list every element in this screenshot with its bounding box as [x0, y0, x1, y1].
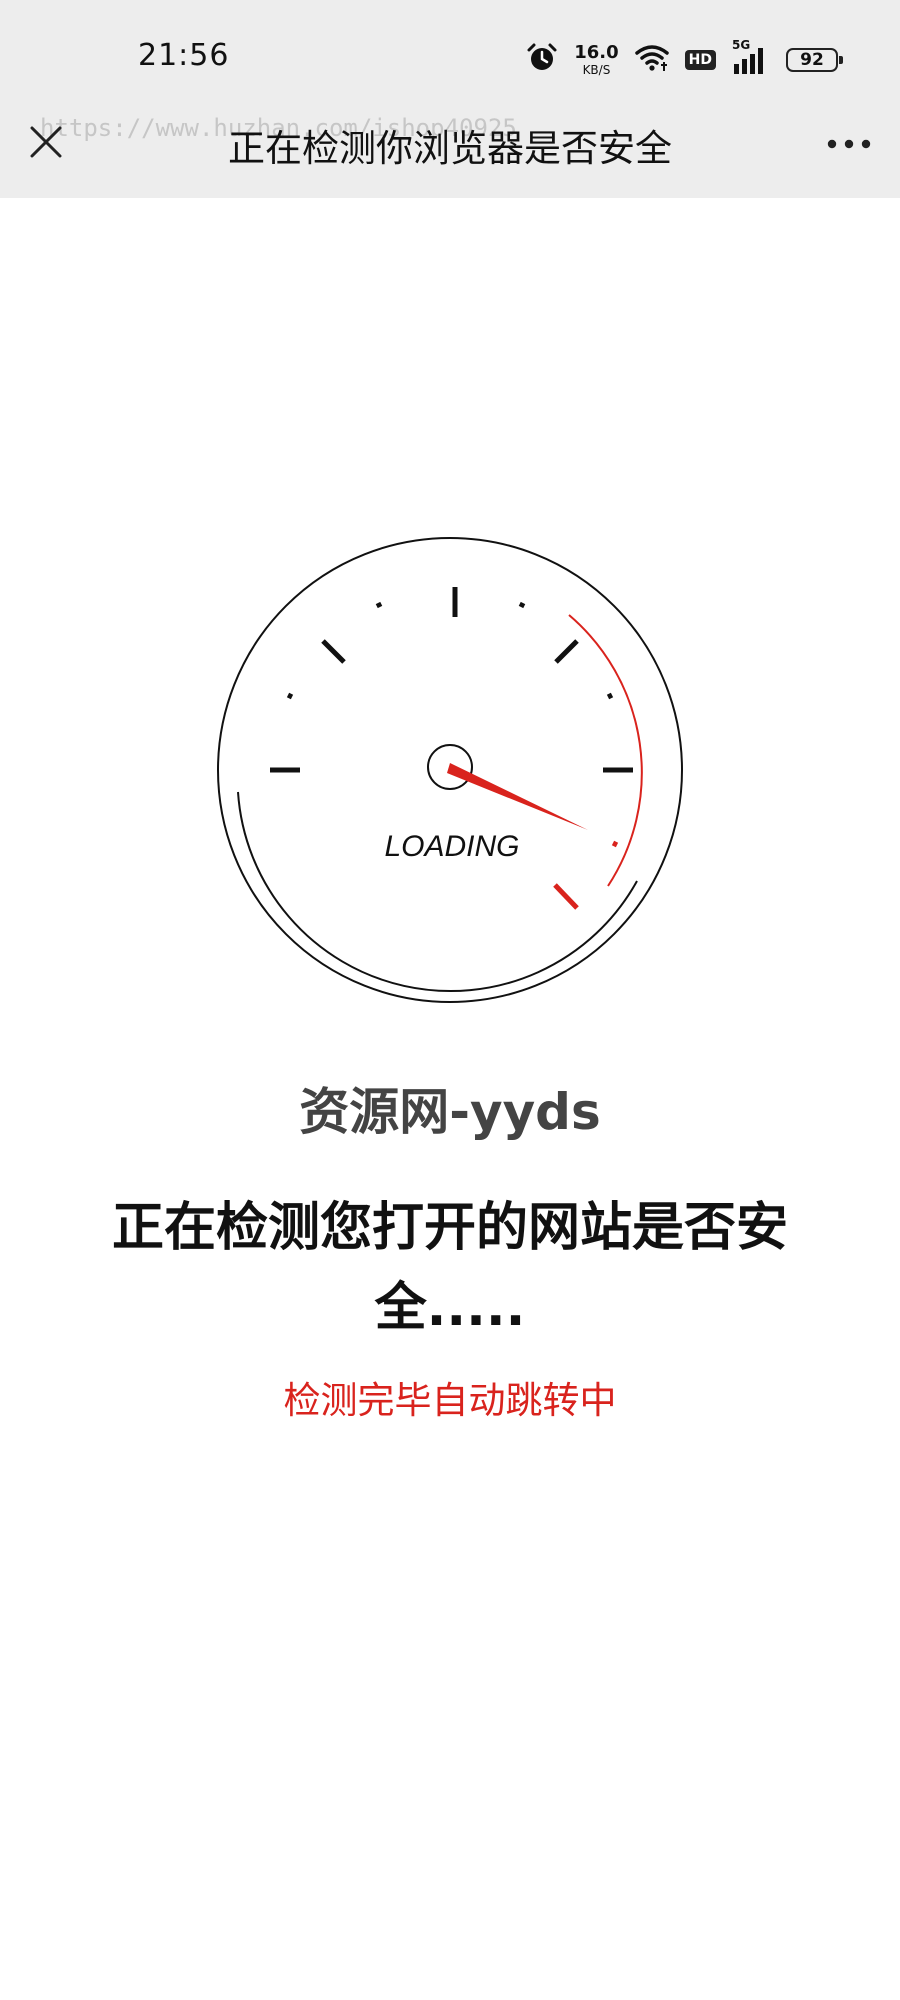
battery-icon: 92	[786, 48, 843, 72]
network-speed-unit: KB/S	[582, 63, 611, 77]
gauge-tick-red	[611, 840, 619, 848]
checking-message: 正在检测您打开的网站是否安全.....	[111, 1198, 788, 1338]
gauge-loading-label: LOADING	[384, 830, 519, 863]
page-title: 正在检测你浏览器是否安全	[228, 127, 672, 170]
battery-level: 92	[800, 50, 824, 70]
hd-badge: HD	[684, 50, 716, 70]
speedometer-gauge: LOADING	[217, 537, 683, 1003]
gauge-tick	[321, 639, 346, 664]
top-bar: 21:56 16.0 KB/S HD 5G 92 https://www.huz…	[0, 0, 900, 198]
gauge-tick	[606, 692, 614, 700]
gauge-needle	[447, 763, 588, 830]
more-icon	[827, 139, 871, 149]
gauge-danger-arc	[568, 614, 643, 887]
gauge-tick	[518, 601, 526, 609]
status-icons: 16.0 KB/S HD 5G 92	[526, 38, 843, 80]
gauge-tick	[554, 639, 579, 664]
signal-label: 5G	[732, 38, 751, 52]
network-speed-value: 16.0	[574, 42, 619, 63]
alarm-icon	[526, 42, 558, 78]
gauge-inner-arc	[237, 791, 638, 993]
gauge-tick-red	[553, 883, 579, 910]
more-options-button[interactable]	[822, 126, 876, 162]
gauge-tick	[375, 601, 383, 609]
signal-icon: 5G	[732, 38, 770, 74]
network-speed: 16.0 KB/S	[574, 42, 619, 77]
status-time: 21:56	[138, 38, 230, 73]
redirect-message: 检测完毕自动跳转中	[283, 1379, 617, 1422]
gauge-tick	[286, 692, 294, 700]
wifi-icon	[634, 43, 669, 77]
site-name: 资源网-yyds	[299, 1083, 601, 1141]
